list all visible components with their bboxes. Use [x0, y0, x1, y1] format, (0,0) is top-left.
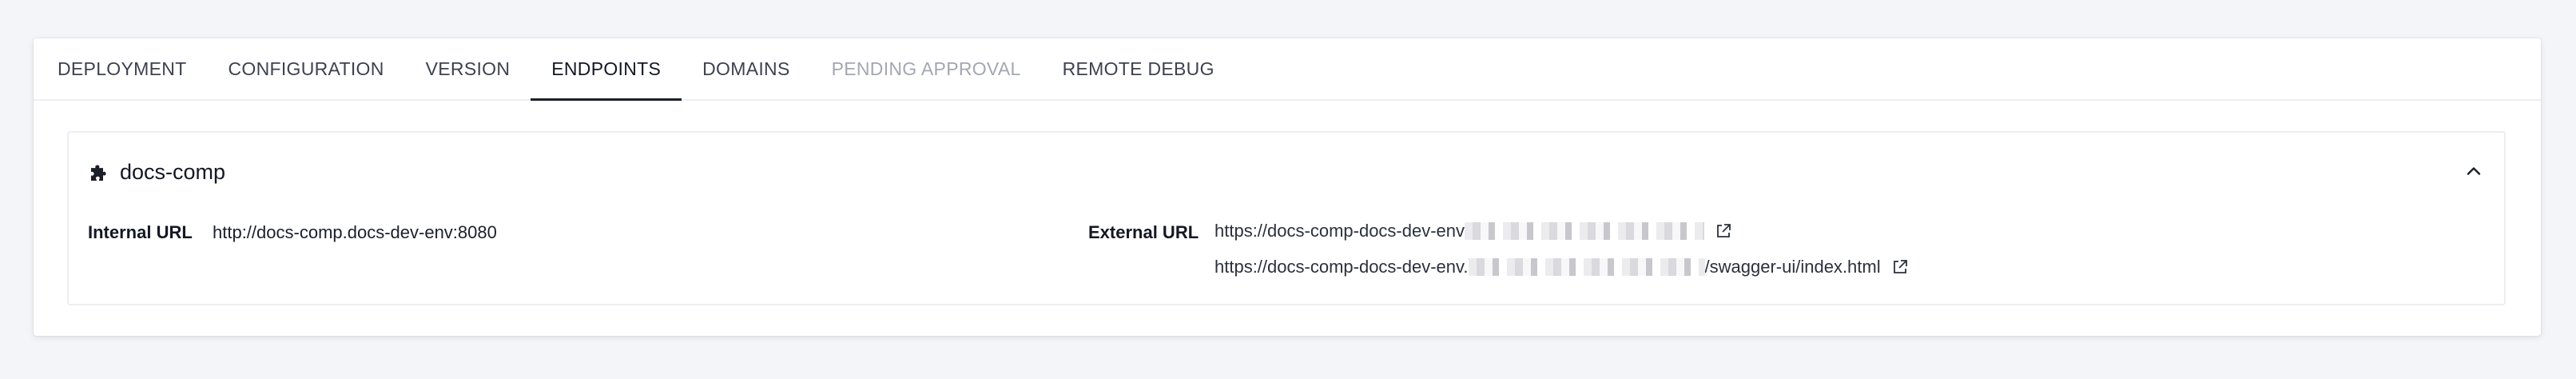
puzzle-icon: [89, 163, 109, 182]
tab-domains[interactable]: DOMAINS: [682, 38, 810, 99]
tab-deployment[interactable]: DEPLOYMENT: [58, 38, 207, 99]
external-url-2-prefix: https://docs-comp-docs-dev-env.: [1214, 257, 1469, 277]
external-url-link-2[interactable]: https://docs-comp-docs-dev-env. /swagger…: [1214, 257, 1908, 277]
component-details-card: DEPLOYMENT CONFIGURATION VERSION ENDPOIN…: [34, 38, 2541, 336]
tab-configuration[interactable]: CONFIGURATION: [207, 38, 404, 99]
internal-url-label: Internal URL: [88, 222, 193, 242]
internal-url-value: http://docs-comp.docs-dev-env:8080: [213, 222, 497, 242]
external-link-icon[interactable]: [1715, 223, 1731, 239]
external-url-label: External URL: [1088, 222, 1199, 242]
endpoint-name: docs-comp: [120, 160, 226, 184]
external-url-2-suffix: /swagger-ui/index.html: [1704, 257, 1881, 277]
tab-pending-approval: PENDING APPROVAL: [831, 58, 1021, 79]
external-link-icon[interactable]: [1892, 259, 1908, 275]
tab-bar: DEPLOYMENT CONFIGURATION VERSION ENDPOIN…: [34, 38, 2541, 101]
endpoint-panel: docs-comp Internal URL http://docs-comp.…: [67, 131, 2506, 305]
redacted-segment: [1465, 222, 1705, 240]
external-url-1-prefix: https://docs-comp-docs-dev-env: [1214, 221, 1465, 241]
redacted-segment: [1468, 258, 1705, 276]
tab-endpoints[interactable]: ENDPOINTS: [531, 38, 682, 101]
external-url-link-1[interactable]: https://docs-comp-docs-dev-env: [1214, 221, 1731, 241]
chevron-up-icon[interactable]: [2464, 162, 2483, 181]
tab-remote-debug[interactable]: REMOTE DEBUG: [1042, 38, 1235, 99]
tab-version[interactable]: VERSION: [405, 38, 531, 99]
endpoint-panel-header[interactable]: docs-comp: [89, 160, 225, 185]
